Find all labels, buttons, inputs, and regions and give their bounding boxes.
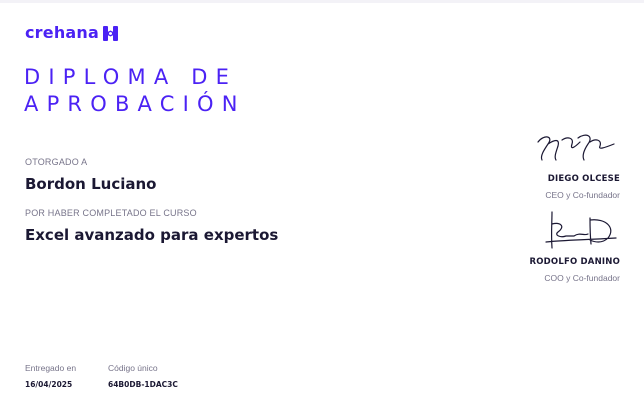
- unique-code: 64B0DB-1DAC3C: [108, 380, 178, 389]
- signatory-ceo: DIEGO OLCESE CEO y Co-fundador: [460, 130, 620, 201]
- signatory-coo: RODOLFO DANINO COO y Co-fundador: [460, 210, 620, 284]
- recipient-name: Bordon Luciano: [25, 175, 157, 193]
- signature-icon: [545, 211, 617, 249]
- delivered-info: Entregado en 16/04/2025: [25, 363, 76, 390]
- top-strip: [0, 0, 644, 3]
- diploma-title: DIPLOMA DE APROBACIÓN: [24, 64, 246, 118]
- signatory-role: CEO y Co-fundador: [545, 190, 620, 200]
- code-label: Código único: [108, 363, 158, 373]
- course-label: POR HABER COMPLETADO EL CURSO: [25, 208, 197, 218]
- brand-logo: crehana: [25, 23, 119, 43]
- brand-name: crehana: [25, 23, 100, 42]
- signature-icon: [537, 134, 615, 161]
- code-info: Código único 64B0DB-1DAC3C: [108, 363, 178, 390]
- recipient-label: OTORGADO A: [25, 157, 88, 167]
- title-line-2: APROBACIÓN: [24, 92, 246, 116]
- signatory-name: RODOLFO DANINO: [529, 257, 620, 267]
- title-line-1: DIPLOMA DE: [24, 65, 238, 89]
- signatory-role: COO y Co-fundador: [544, 273, 620, 283]
- diploma-page: crehana DIPLOMA DE APROBACIÓN OTORGADO A…: [0, 0, 644, 411]
- delivered-date: 16/04/2025: [25, 380, 73, 389]
- course-name: Excel avanzado para expertos: [25, 226, 279, 244]
- delivered-label: Entregado en: [25, 363, 77, 373]
- signatory-name: DIEGO OLCESE: [547, 174, 620, 184]
- crehana-h-icon: [103, 25, 119, 41]
